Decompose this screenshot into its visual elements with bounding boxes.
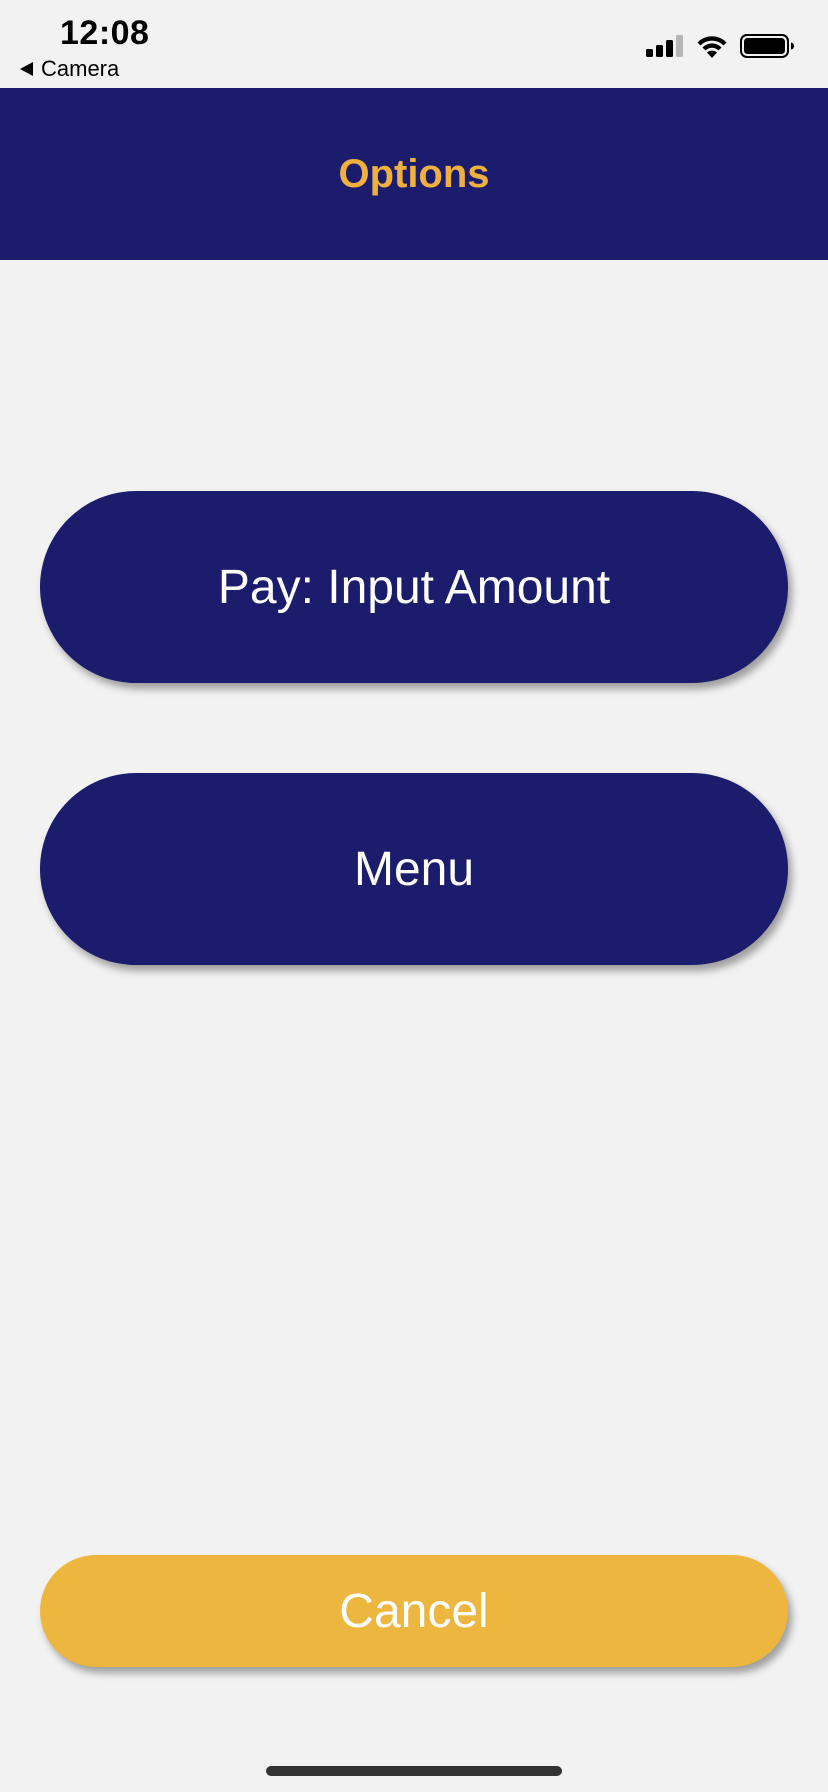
back-to-app-link[interactable]: Camera <box>20 56 119 82</box>
status-icons <box>646 34 794 58</box>
status-time: 12:08 <box>60 14 150 52</box>
cellular-signal-icon <box>646 35 683 57</box>
menu-button[interactable]: Menu <box>40 773 788 965</box>
pay-input-amount-button[interactable]: Pay: Input Amount <box>40 491 788 683</box>
back-arrow-icon <box>20 62 33 76</box>
back-app-label: Camera <box>41 56 120 81</box>
home-indicator[interactable] <box>266 1766 562 1776</box>
cancel-label: Cancel <box>339 1584 489 1638</box>
wifi-icon <box>697 36 727 58</box>
menu-label: Menu <box>353 842 475 896</box>
page-title: Options <box>338 151 490 196</box>
status-bar: 12:08 Camera <box>0 0 828 88</box>
pay-input-amount-label: Pay: Input Amount <box>217 560 611 614</box>
cancel-button[interactable]: Cancel <box>40 1555 788 1667</box>
battery-icon <box>740 34 794 58</box>
header-bar: Options <box>0 88 828 260</box>
